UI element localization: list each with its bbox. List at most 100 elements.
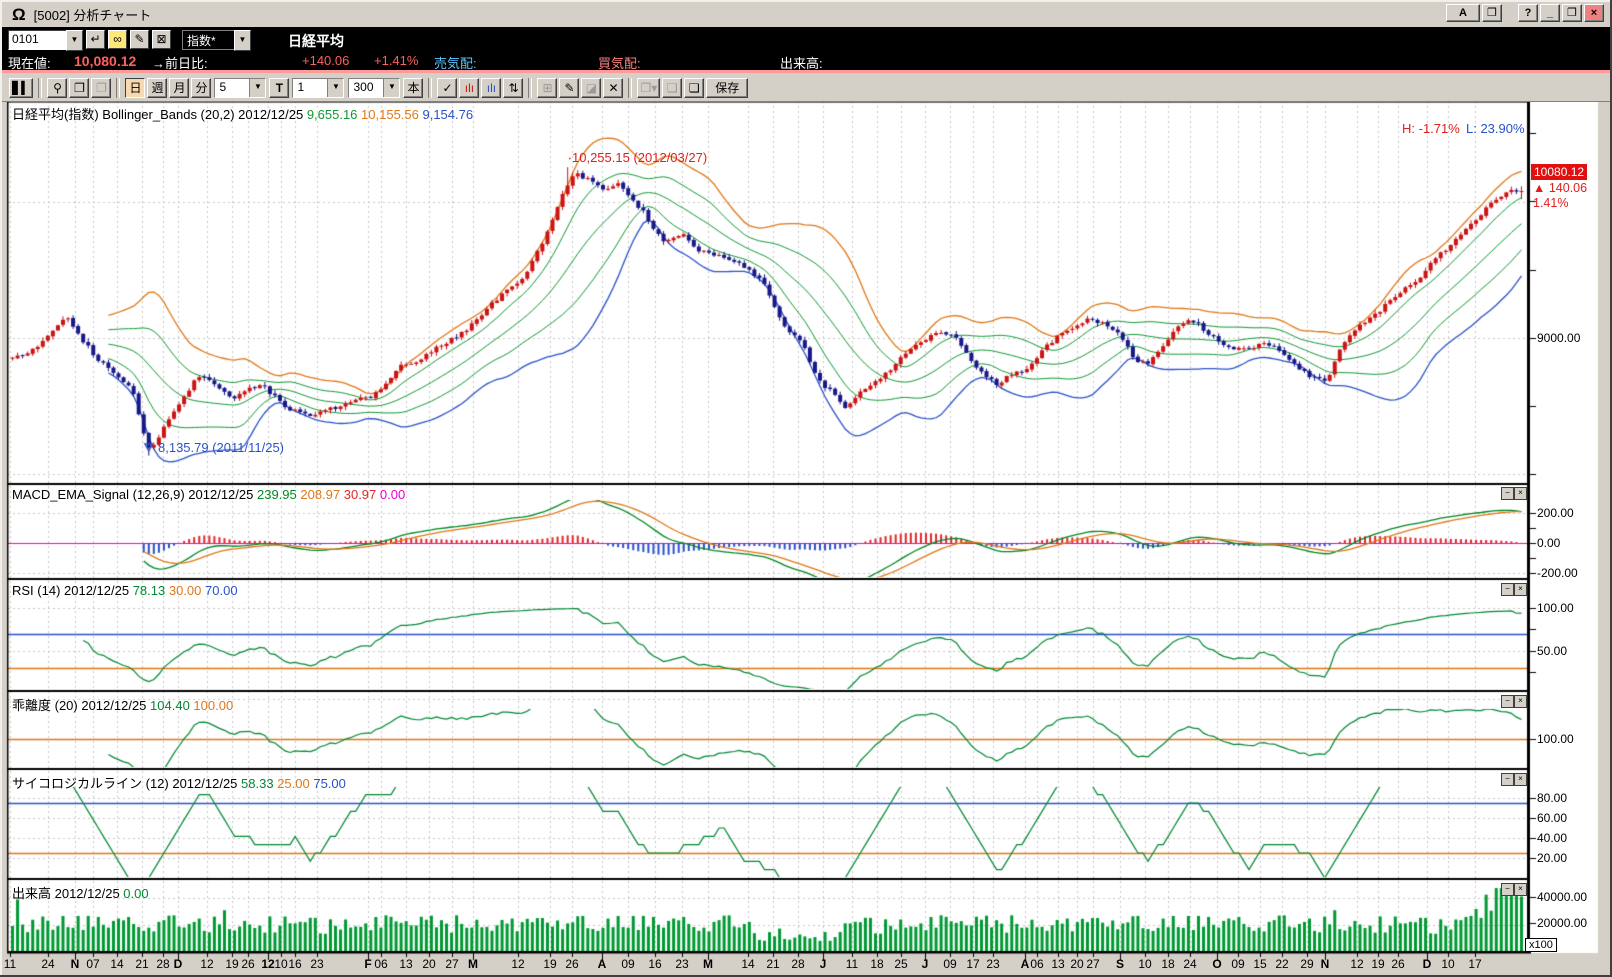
minute-interval-select-arrow[interactable]: ▼ [249, 79, 265, 97]
period-month-button[interactable]: 月 [169, 78, 189, 98]
x-axis-label: 13 [399, 957, 412, 971]
layout-button[interactable]: ❐▾ [637, 78, 660, 98]
x-axis-label: 26 [1391, 957, 1404, 971]
panel-value-psych: 75.00 [313, 776, 346, 791]
x-axis-label: 10 [1138, 957, 1151, 971]
x-axis-label: A [1021, 957, 1030, 971]
panel-close-button-volume[interactable]: × [1514, 883, 1527, 896]
x-axis-label: 10 [1441, 957, 1454, 971]
panel-value-macd: 30.97 [344, 487, 380, 502]
bars-unit-button[interactable]: 本 [403, 78, 423, 98]
clear-icon[interactable]: ⊠ [152, 30, 171, 49]
toolbar-separator [428, 78, 432, 98]
symbol-dropdown-arrow[interactable]: ▼ [66, 30, 83, 51]
volume-blue-button[interactable]: ılı [481, 78, 501, 98]
y-axis-label-macd: -200.00 [1537, 566, 1578, 580]
x-axis-label: 22 [1275, 957, 1288, 971]
copy-window-button[interactable]: ❐ [1482, 4, 1502, 22]
paste-page-button[interactable]: ❐ [91, 78, 111, 98]
x-axis-label: 26 [241, 957, 254, 971]
draw-button[interactable]: ✎ [559, 78, 579, 98]
index-type-select[interactable]: 指数* [182, 30, 238, 50]
panel-close-button-rsi[interactable]: × [1514, 583, 1527, 596]
panel-value-main: 9,655.16 [307, 107, 361, 122]
x-axis-label: 25 [894, 957, 907, 971]
updown-button[interactable]: ⇅ [503, 78, 523, 98]
save-button[interactable]: 保存 [706, 78, 748, 98]
new-page-button[interactable]: ❏ [662, 78, 682, 98]
erase-button[interactable]: ◪ [581, 78, 601, 98]
restore-button[interactable]: ❐ [1562, 4, 1582, 22]
x-axis-label: 09 [621, 957, 634, 971]
period-minute-button[interactable]: 分 [191, 78, 211, 98]
period-day-button[interactable]: 日 [125, 78, 145, 98]
candle-chart-button[interactable]: ▋▍ [9, 78, 33, 98]
x-axis-label: 19 [543, 957, 556, 971]
index-type-dropdown-arrow[interactable]: ▼ [234, 30, 251, 51]
x-axis-label: 16 [648, 957, 661, 971]
toolbar-separator [628, 78, 632, 98]
x-axis-label: 20 [1070, 957, 1083, 971]
panel-title-volume: 出来高 2012/12/25 0.00 [12, 883, 149, 902]
x-axis-label: 16 [288, 957, 301, 971]
panel-value-kairi: 104.40 [150, 698, 193, 713]
minute-interval-select[interactable]: 5▼ [214, 78, 266, 98]
x-axis-label: D [1423, 957, 1432, 971]
close-button[interactable]: × [1584, 4, 1604, 22]
x-axis-label: 13 [1051, 957, 1064, 971]
panel-value-rsi: 70.00 [205, 583, 238, 598]
memo-icon[interactable]: ✎ [130, 30, 149, 49]
tick-interval-select-arrow[interactable]: ▼ [327, 79, 343, 97]
x-axis-label: 24 [1183, 957, 1196, 971]
analysis-chart-window: Ω [5002] 分析チャート A ❐ ? _ ❐ × 0101 ▼ ↵ ∞ ✎… [0, 0, 1612, 977]
panel-minimize-button-rsi[interactable]: − [1501, 583, 1514, 596]
x-axis-label: 06 [374, 957, 387, 971]
panel-close-button-macd[interactable]: × [1514, 487, 1527, 500]
bar-count-select-arrow[interactable]: ▼ [383, 79, 399, 97]
x-axis-label: 09 [1231, 957, 1244, 971]
grid-button[interactable]: ⊞ [537, 78, 557, 98]
volume-unit-box: x100 [1525, 938, 1557, 952]
y-axis-label-macd: 0.00 [1537, 536, 1560, 550]
y-axis-label-psych: 40.00 [1537, 831, 1567, 845]
x-axis-label: 17 [1468, 957, 1481, 971]
x-axis-label: 21 [135, 957, 148, 971]
x-axis-label: 23 [986, 957, 999, 971]
x-axis-label: 15 [1253, 957, 1266, 971]
panel-close-button-psych[interactable]: × [1514, 773, 1527, 786]
panel-minimize-button-kairi[interactable]: − [1501, 695, 1514, 708]
x-axis-label: J [922, 957, 929, 971]
enter-button[interactable]: ↵ [86, 30, 105, 49]
quote-bar: 現在値: 10,080.12 →前日比: +140.06 +1.41% 売気配:… [2, 51, 1610, 70]
search-icon[interactable]: ∞ [108, 30, 127, 49]
help-button[interactable]: ? [1518, 4, 1538, 22]
x-axis-label: 28 [791, 957, 804, 971]
panel-value-volume: 0.00 [123, 886, 148, 901]
period-week-button[interactable]: 週 [147, 78, 167, 98]
page-settings-button[interactable]: ❏ [684, 78, 704, 98]
x-axis-label: 11 [4, 957, 16, 971]
app-icon: Ω [12, 5, 26, 25]
x-axis-label: 07 [86, 957, 99, 971]
panel-minimize-button-macd[interactable]: − [1501, 487, 1514, 500]
zoom-button[interactable]: ⚲ [47, 78, 67, 98]
panel-value-main: 9,154.76 [422, 107, 473, 122]
delete-button[interactable]: ✕ [603, 78, 623, 98]
y-axis-label-psych: 60.00 [1537, 811, 1567, 825]
x-axis-label: 17 [966, 957, 979, 971]
font-button[interactable]: A [1446, 4, 1480, 22]
x-axis-label: 24 [41, 957, 54, 971]
panel-close-button-kairi[interactable]: × [1514, 695, 1527, 708]
volume-red-button[interactable]: ılı [459, 78, 479, 98]
symbol-input[interactable]: 0101 [8, 30, 69, 50]
y-axis-label-main: 9000.00 [1537, 331, 1580, 345]
panel-minimize-button-psych[interactable]: − [1501, 773, 1514, 786]
copy-page-button[interactable]: ❐ [69, 78, 89, 98]
brush-button[interactable]: ✓ [437, 78, 457, 98]
tick-button[interactable]: T [269, 78, 289, 98]
tick-interval-select[interactable]: 1▼ [292, 78, 344, 98]
minimize-button[interactable]: _ [1540, 4, 1560, 22]
x-axis-label: 11 [846, 957, 858, 971]
bar-count-select[interactable]: 300▼ [348, 78, 400, 98]
panel-minimize-button-volume[interactable]: − [1501, 883, 1514, 896]
